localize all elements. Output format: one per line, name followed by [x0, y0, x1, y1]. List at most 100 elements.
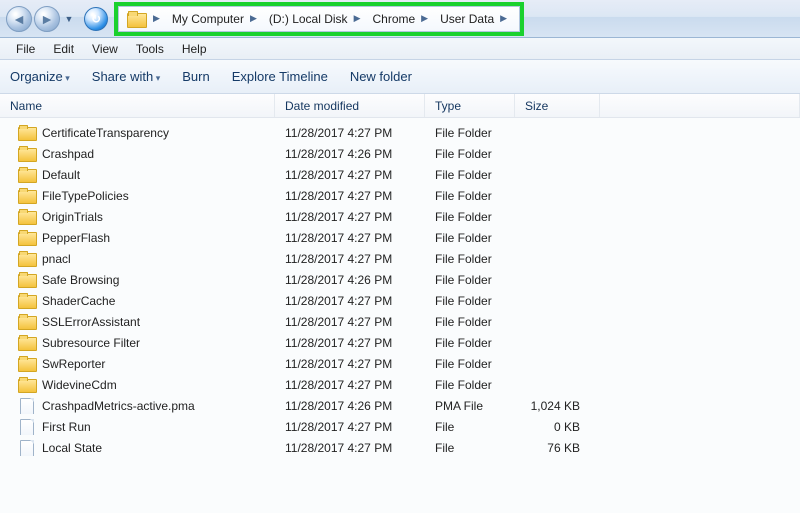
column-modified[interactable]: Date modified	[275, 94, 425, 117]
file-name: pnacl	[42, 252, 71, 266]
file-type: File Folder	[425, 315, 515, 329]
file-name: First Run	[42, 420, 91, 434]
file-modified: 11/28/2017 4:27 PM	[275, 336, 425, 350]
chevron-right-icon: ▶	[250, 13, 257, 24]
file-row[interactable]: ShaderCache11/28/2017 4:27 PMFile Folder	[0, 290, 800, 311]
file-row[interactable]: PepperFlash11/28/2017 4:27 PMFile Folder	[0, 227, 800, 248]
breadcrumb-segment[interactable]: Chrome ▶	[364, 7, 432, 31]
refresh-button[interactable]: ↻	[84, 7, 108, 31]
file-icon	[18, 419, 36, 435]
file-name: CrashpadMetrics-active.pma	[42, 399, 195, 413]
column-name[interactable]: Name	[0, 94, 275, 117]
menu-item-file[interactable]: File	[8, 40, 43, 58]
organize-button[interactable]: Organize	[10, 69, 70, 84]
file-row[interactable]: FileTypePolicies 11/28/2017 4:27 PMFile F…	[0, 185, 800, 206]
breadcrumb-segment[interactable]: My Computer▶	[164, 7, 261, 31]
file-modified: 11/28/2017 4:27 PM	[275, 315, 425, 329]
nav-bar: ◄ ► ▼ ↻ ▶ My Computer▶(D:) Local Disk▶Ch…	[0, 0, 800, 38]
file-row[interactable]: Safe Browsing11/28/2017 4:26 PMFile Fold…	[0, 269, 800, 290]
folder-icon	[18, 167, 36, 183]
file-type: File Folder	[425, 189, 515, 203]
file-modified: 11/28/2017 4:26 PM	[275, 147, 425, 161]
file-modified: 11/28/2017 4:27 PM	[275, 231, 425, 245]
breadcrumb-segment[interactable]: (D:) Local Disk ▶	[261, 7, 365, 31]
file-name: SSLErrorAssistant	[42, 315, 140, 329]
file-row[interactable]: First Run11/28/2017 4:27 PMFile0 KB	[0, 416, 800, 437]
folder-icon	[18, 356, 36, 372]
file-type: File	[425, 441, 515, 455]
back-button[interactable]: ◄	[6, 6, 32, 32]
file-modified: 11/28/2017 4:27 PM	[275, 168, 425, 182]
folder-icon	[127, 11, 145, 27]
breadcrumb-segment[interactable]: User Data▶	[432, 7, 511, 31]
breadcrumb-label: Chrome	[372, 12, 415, 26]
file-type: File Folder	[425, 210, 515, 224]
file-row[interactable]: SwReporter 11/28/2017 4:27 PMFile Folder	[0, 353, 800, 374]
file-name: Local State	[42, 441, 102, 455]
folder-icon	[18, 146, 36, 162]
file-size: 1,024 KB	[515, 399, 600, 413]
file-row[interactable]: SSLErrorAssistant 11/28/2017 4:27 PMFile …	[0, 311, 800, 332]
file-type: File	[425, 420, 515, 434]
file-row[interactable]: WidevineCdm11/28/2017 4:27 PMFile Folder	[0, 374, 800, 395]
file-type: File Folder	[425, 273, 515, 287]
file-row[interactable]: Crashpad 11/28/2017 4:26 PMFile Folder	[0, 143, 800, 164]
file-modified: 11/28/2017 4:27 PM	[275, 189, 425, 203]
breadcrumb-label: User Data	[440, 12, 494, 26]
folder-icon	[18, 125, 36, 141]
file-row[interactable]: pnacl11/28/2017 4:27 PMFile Folder	[0, 248, 800, 269]
file-row[interactable]: Local State11/28/2017 4:27 PMFile76 KB	[0, 437, 800, 458]
file-modified: 11/28/2017 4:27 PM	[275, 357, 425, 371]
file-name: WidevineCdm	[42, 378, 117, 392]
folder-icon	[18, 272, 36, 288]
file-name: Crashpad	[42, 147, 94, 161]
file-row[interactable]: OriginTrials 11/28/2017 4:27 PMFile Folde…	[0, 206, 800, 227]
menu-item-edit[interactable]: Edit	[45, 40, 82, 58]
file-name: Subresource Filter	[42, 336, 140, 350]
file-size: 76 KB	[515, 441, 600, 455]
menu-item-help[interactable]: Help	[174, 40, 215, 58]
file-type: File Folder	[425, 357, 515, 371]
file-type: File Folder	[425, 294, 515, 308]
file-name: SwReporter	[42, 357, 105, 371]
burn-button[interactable]: Burn	[182, 69, 209, 84]
column-type[interactable]: Type	[425, 94, 515, 117]
chevron-right-icon: ▶	[354, 13, 361, 24]
folder-icon	[18, 251, 36, 267]
file-name: CertificateTransparency	[42, 126, 169, 140]
file-name: FileTypePolicies	[42, 189, 129, 203]
breadcrumb-root[interactable]: ▶	[119, 7, 164, 31]
share-with-button[interactable]: Share with	[92, 69, 160, 84]
address-bar-highlight: ▶ My Computer▶ (D:) Local Disk ▶ Chrome ▶ Use…	[114, 2, 524, 36]
file-type: File Folder	[425, 147, 515, 161]
chevron-right-icon: ▶	[153, 13, 160, 24]
menu-bar: FileEditViewToolsHelp	[0, 38, 800, 60]
file-name: OriginTrials	[42, 210, 103, 224]
file-row[interactable]: CrashpadMetrics-active.pma 11/28/2017 4:2…	[0, 395, 800, 416]
folder-icon	[18, 230, 36, 246]
new-folder-button[interactable]: New folder	[350, 69, 412, 84]
file-modified: 11/28/2017 4:26 PM	[275, 399, 425, 413]
file-name: Default	[42, 168, 80, 182]
folder-icon	[18, 377, 36, 393]
menu-item-tools[interactable]: Tools	[128, 40, 172, 58]
file-name: PepperFlash	[42, 231, 110, 245]
forward-button[interactable]: ►	[34, 6, 60, 32]
column-size[interactable]: Size	[515, 94, 600, 117]
breadcrumb-label: (D:) Local Disk	[269, 12, 348, 26]
file-name: Safe Browsing	[42, 273, 119, 287]
chevron-right-icon: ▶	[421, 13, 428, 24]
file-size: 0 KB	[515, 420, 600, 434]
menu-item-view[interactable]: View	[84, 40, 126, 58]
breadcrumb[interactable]: ▶ My Computer▶ (D:) Local Disk ▶ Chrome ▶ Use…	[118, 6, 520, 32]
recent-locations-dropdown[interactable]: ▼	[62, 6, 76, 32]
file-type: File Folder	[425, 126, 515, 140]
file-row[interactable]: CertificateTransparency11/28/2017 4:27 P…	[0, 122, 800, 143]
file-modified: 11/28/2017 4:27 PM	[275, 294, 425, 308]
file-modified: 11/28/2017 4:27 PM	[275, 210, 425, 224]
file-row[interactable]: Default11/28/2017 4:27 PMFile Folder	[0, 164, 800, 185]
file-row[interactable]: Subresource Filter 11/28/2017 4:27 PMFile…	[0, 332, 800, 353]
file-modified: 11/28/2017 4:27 PM	[275, 378, 425, 392]
explore-timeline-button[interactable]: Explore Timeline	[232, 69, 328, 84]
file-type: File Folder	[425, 336, 515, 350]
